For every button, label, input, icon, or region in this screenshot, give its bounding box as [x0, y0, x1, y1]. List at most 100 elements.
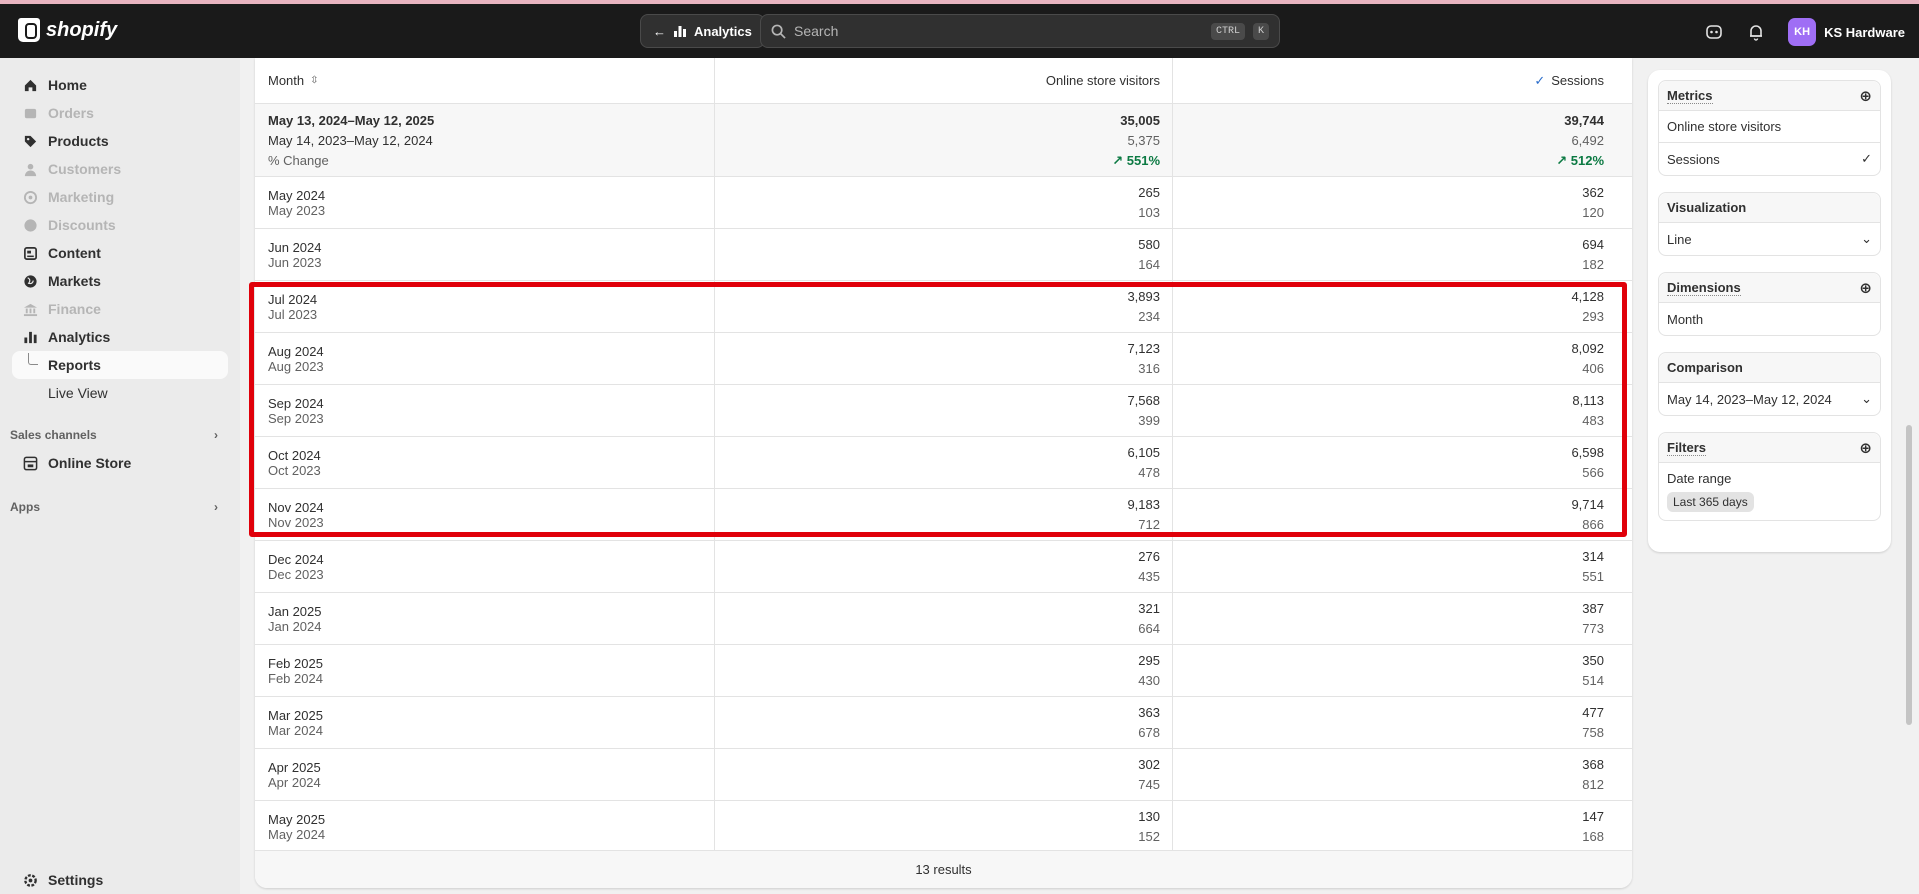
visitors: 321	[1138, 601, 1160, 616]
chevron-down-icon: ⌄	[1861, 231, 1872, 246]
sidebar-item-reports[interactable]: Reports	[12, 351, 228, 379]
visitors: 7,123	[1127, 341, 1160, 356]
visitors-cell: 6,105 478	[715, 437, 1173, 488]
summary-visitors-cell: 35,005 5,375 ↗ 551%	[715, 104, 1173, 176]
summary-sessions-prev: 6,492	[1571, 132, 1604, 148]
apps-header[interactable]: Apps ›	[0, 493, 240, 521]
month-cell: May 2025 May 2024	[255, 801, 715, 852]
sidebar-item-live-view[interactable]: Live View	[12, 379, 228, 407]
month: May 2024	[268, 187, 326, 203]
month: Mar 2025	[268, 707, 323, 723]
sidebar-item-markets[interactable]: Markets	[0, 267, 230, 295]
month-cell: Jan 2025 Jan 2024	[255, 593, 715, 644]
table-row: May 2025 May 2024 130 152 147 168	[255, 801, 1632, 853]
filter-date-range[interactable]: Date range Last 365 days	[1659, 463, 1880, 520]
gear-icon	[22, 872, 38, 888]
month: Sep 2024	[268, 395, 324, 411]
store-avatar: KH	[1788, 18, 1817, 46]
discount-icon	[22, 217, 38, 233]
sessions-prev: 120	[1582, 205, 1604, 220]
filters-card: Filters ⊕ Date range Last 365 days	[1658, 432, 1881, 521]
sessions-prev: 293	[1582, 309, 1604, 324]
sessions: 368	[1582, 757, 1604, 772]
month-prev: May 2023	[268, 202, 326, 218]
search-bar[interactable]: CTRL K	[760, 14, 1280, 48]
arrow-up-right-icon: ↗	[1112, 152, 1124, 168]
visitors-cell: 302 745	[715, 749, 1173, 800]
visitors-cell: 580 164	[715, 229, 1173, 280]
dimension-month[interactable]: Month	[1659, 303, 1880, 335]
summary-period: May 13, 2024–May 12, 2025	[268, 112, 435, 128]
column-header-sessions[interactable]: ✓ Sessions	[1173, 58, 1632, 103]
top-right-actions: KH KS Hardware	[1704, 18, 1905, 46]
visitors-prev: 399	[1138, 413, 1160, 428]
visitors-cell: 130 152	[715, 801, 1173, 852]
visitors-prev: 316	[1138, 361, 1160, 376]
sessions: 9,714	[1571, 497, 1604, 512]
month-prev: Feb 2024	[268, 670, 323, 686]
month-prev: Jan 2024	[268, 618, 322, 634]
add-dimension-icon[interactable]: ⊕	[1859, 279, 1872, 297]
month-prev: Apr 2024	[268, 774, 321, 790]
check-icon: ✓	[1861, 151, 1872, 166]
sidebar-item-marketing: Marketing	[0, 183, 230, 211]
month-cell: Nov 2024 Nov 2023	[255, 489, 715, 540]
summary-period-cell: May 13, 2024–May 12, 2025 May 14, 2023–M…	[255, 104, 715, 176]
month-prev: Dec 2023	[268, 566, 324, 582]
sidekick-icon[interactable]	[1704, 22, 1724, 42]
column-header-visitors[interactable]: Online store visitors	[715, 58, 1173, 103]
shopify-logo[interactable]: shopify	[18, 18, 117, 42]
change-value: 512%	[1570, 152, 1604, 168]
sessions-cell: 368 812	[1173, 749, 1632, 800]
sidebar-item-analytics[interactable]: Analytics	[0, 323, 230, 351]
visitors-prev: 435	[1138, 569, 1160, 584]
sessions-cell: 694 182	[1173, 229, 1632, 280]
person-icon	[22, 161, 38, 177]
add-metric-icon[interactable]: ⊕	[1859, 87, 1872, 105]
sidebar-item-online-store[interactable]: Online Store	[0, 449, 230, 477]
filter-chip[interactable]: Last 365 days	[1667, 492, 1754, 512]
sidebar-item-products[interactable]: Products	[0, 127, 230, 155]
sidebar-item-content[interactable]: Content	[0, 239, 230, 267]
sidebar-item-discounts: Discounts	[0, 211, 230, 239]
visitors-prev: 664	[1138, 621, 1160, 636]
tree-connector-icon	[28, 353, 38, 365]
summary-sessions-cell: 39,744 6,492 ↗ 512%	[1173, 104, 1632, 176]
visualization-select[interactable]: Line ⌄	[1659, 223, 1880, 255]
sidebar-item-label: Finance	[48, 301, 101, 317]
chevron-right-icon: ›	[214, 500, 218, 514]
summary-compare-period: May 14, 2023–May 12, 2024	[268, 132, 433, 148]
shortcut-ctrl: CTRL	[1210, 22, 1245, 40]
visitors-cell: 7,123 316	[715, 333, 1173, 384]
add-filter-icon[interactable]: ⊕	[1859, 439, 1872, 457]
column-header-month[interactable]: Month ⇳	[255, 58, 715, 103]
dimensions-card: Dimensions ⊕ Month	[1658, 272, 1881, 336]
column-label: Sessions	[1551, 73, 1604, 88]
month-cell: Feb 2025 Feb 2024	[255, 645, 715, 696]
sort-icon[interactable]: ⇳	[310, 75, 318, 86]
sessions-prev: 812	[1582, 777, 1604, 792]
sidebar-item-label: Home	[48, 77, 87, 93]
visitors: 3,893	[1127, 289, 1160, 304]
sessions: 4,128	[1571, 289, 1604, 304]
metric-sessions[interactable]: Sessions ✓	[1659, 143, 1880, 175]
sales-channels-header[interactable]: Sales channels ›	[0, 421, 240, 449]
sessions-cell: 8,092 406	[1173, 333, 1632, 384]
comparison-select[interactable]: May 14, 2023–May 12, 2024 ⌄	[1659, 383, 1880, 415]
store-menu-button[interactable]: KH KS Hardware	[1788, 18, 1905, 46]
sessions-prev: 566	[1582, 465, 1604, 480]
sidebar-item-settings[interactable]: Settings	[0, 866, 230, 894]
sidebar-item-customers: Customers	[0, 155, 230, 183]
search-icon	[771, 24, 786, 39]
sidebar-item-label: Content	[48, 245, 101, 261]
metric-online-store-visitors[interactable]: Online store visitors	[1659, 111, 1880, 143]
bell-icon[interactable]	[1746, 22, 1766, 42]
month: Dec 2024	[268, 551, 324, 567]
scrollbar[interactable]	[1906, 425, 1912, 725]
month-cell: Apr 2025 Apr 2024	[255, 749, 715, 800]
sessions-prev: 758	[1582, 725, 1604, 740]
sidebar-item-home[interactable]: Home	[0, 71, 230, 99]
back-to-analytics-button[interactable]: ← Analytics	[640, 14, 765, 48]
search-input[interactable]	[794, 23, 1203, 39]
visitors: 276	[1138, 549, 1160, 564]
